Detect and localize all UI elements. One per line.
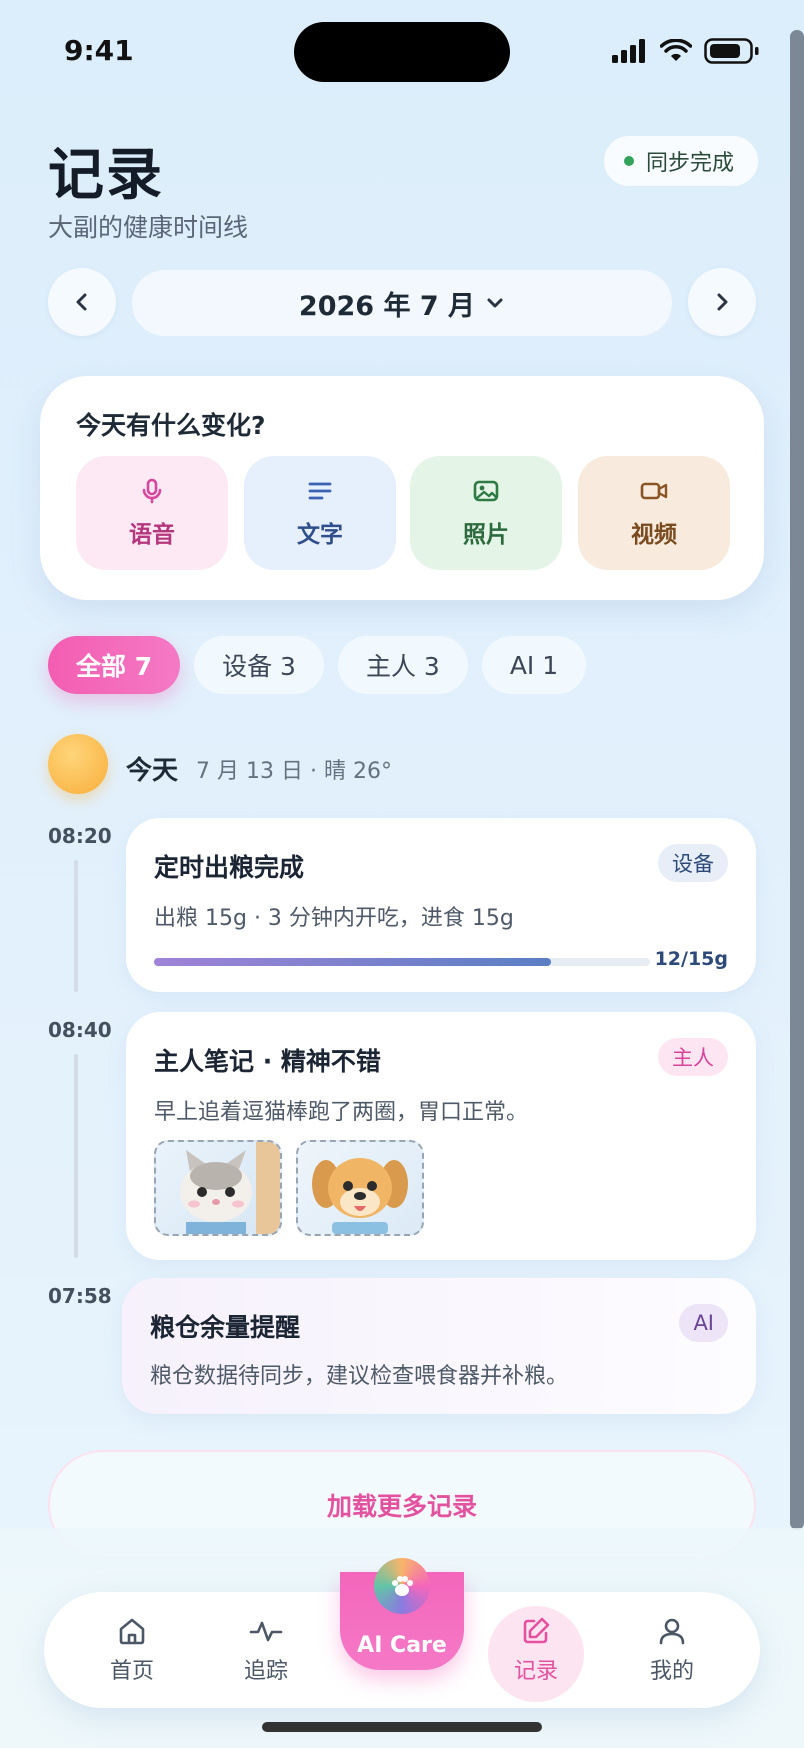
dynamic-island — [294, 22, 510, 82]
next-month-button[interactable] — [688, 268, 756, 336]
cat-photo — [180, 1142, 280, 1234]
battery-icon — [704, 38, 759, 64]
card-title: 主人笔记 · 精神不错 — [154, 1047, 381, 1076]
card-description: 早上追着逗猫棒跑了两圈，胃口正常。 — [154, 1100, 529, 1125]
dog-photo — [312, 1158, 408, 1234]
card-description: 粮仓数据待同步，建议检查喂食器并补粮。 — [150, 1364, 569, 1389]
feeding-progress-fill — [154, 958, 551, 966]
record-video-label: 视频 — [631, 522, 677, 548]
feeding-progress-label: 12/15g — [654, 948, 728, 970]
tab-ai-care[interactable]: AI Care — [340, 1558, 464, 1670]
sync-label: 同步完成 — [646, 151, 735, 176]
tab-track-label: 追踪 — [243, 1659, 288, 1684]
home-icon — [119, 1618, 145, 1645]
record-text-label: 文字 — [297, 522, 343, 548]
prev-month-button[interactable] — [48, 268, 116, 336]
bottom-tab-bar: 首页 追踪 AI Care 记录 我的 — [44, 1558, 760, 1708]
sun-weather-icon — [48, 734, 108, 794]
user-icon — [659, 1618, 685, 1645]
quick-record-title: 今天有什么变化? — [76, 411, 266, 440]
chevron-left-icon — [76, 293, 87, 311]
device-badge: 设备 — [658, 844, 728, 882]
chevron-down-icon — [487, 298, 503, 308]
filter-ai-chip[interactable]: AI 1 — [481, 636, 587, 694]
video-camera-icon — [640, 482, 668, 500]
owner-badge: 主人 — [658, 1038, 728, 1076]
status-bar: 9:41 — [0, 0, 790, 100]
status-time: 9:41 — [64, 34, 134, 67]
cellular-signal-icon — [612, 39, 645, 63]
month-selector[interactable]: 2026 年 7 月 — [132, 270, 672, 336]
record-video-button[interactable]: 视频 — [578, 456, 730, 570]
timeline-time: 08:40 — [48, 1018, 112, 1042]
page-title: 记录 — [48, 143, 164, 208]
tab-ai-care-label: AI Care — [357, 1633, 447, 1658]
record-voice-label: 语音 — [129, 522, 175, 548]
home-indicator — [262, 1722, 542, 1732]
filter-owner-chip[interactable]: 主人 3 — [337, 636, 468, 694]
sync-status-badge: 同步完成 — [604, 136, 759, 186]
timeline-line — [74, 860, 78, 992]
tab-record-label: 记录 — [513, 1659, 558, 1684]
timeline-line — [74, 1054, 78, 1258]
chevron-right-icon — [717, 293, 728, 311]
ai-badge: AI — [679, 1304, 728, 1342]
record-photo-label: 照片 — [463, 522, 509, 548]
filter-device-chip[interactable]: 设备 3 — [194, 636, 324, 694]
card-title: 粮仓余量提醒 — [150, 1313, 301, 1342]
microphone-icon — [142, 478, 162, 504]
paw-icon — [392, 1576, 413, 1596]
page-subtitle: 大副的健康时间线 — [48, 213, 249, 242]
timeline-time: 07:58 — [48, 1284, 112, 1308]
tab-record[interactable]: 记录 — [476, 1592, 596, 1708]
edit-icon — [523, 1617, 550, 1644]
pulse-icon — [249, 1621, 283, 1642]
card-description: 出粮 15g · 3 分钟内开吃，进食 15g — [154, 906, 514, 931]
scrollbar[interactable] — [790, 30, 804, 1530]
image-icon — [473, 480, 499, 502]
record-voice-button[interactable]: 语音 — [76, 456, 228, 570]
filter-chips: 全部 7 设备 3 主人 3 AI 1 — [48, 636, 587, 694]
wifi-icon — [660, 39, 692, 61]
day-meta: 7 月 13 日 · 晴 26° — [196, 759, 392, 784]
quick-record-card: 今天有什么变化? 语音 文字 照片 视频 — [40, 376, 764, 600]
month-label: 2026 年 7 月 — [298, 290, 476, 322]
tab-home-label: 首页 — [109, 1659, 154, 1684]
cat-photo-thumbnail[interactable] — [154, 1140, 282, 1236]
card-title: 定时出粮完成 — [154, 853, 305, 882]
dog-photo-thumbnail[interactable] — [296, 1140, 424, 1236]
record-text-button[interactable]: 文字 — [244, 456, 396, 570]
owner-note-card[interactable]: 主人笔记 · 精神不错 主人 早上追着逗猫棒跑了两圈，胃口正常。 — [126, 1012, 756, 1260]
feeding-progress-bar — [154, 958, 650, 966]
tab-profile[interactable]: 我的 — [612, 1592, 732, 1708]
sync-dot-icon — [624, 156, 634, 166]
record-photo-button[interactable]: 照片 — [410, 456, 562, 570]
filter-all-chip[interactable]: 全部 7 — [48, 636, 181, 694]
text-lines-icon — [308, 482, 332, 500]
tab-profile-label: 我的 — [649, 1659, 694, 1684]
paw-orb-icon — [374, 1558, 430, 1614]
ai-reminder-card[interactable]: 粮仓余量提醒 AI 粮仓数据待同步，建议检查喂食器并补粮。 — [122, 1278, 756, 1414]
timeline-time: 08:20 — [48, 824, 112, 848]
feeding-record-card[interactable]: 定时出粮完成 设备 出粮 15g · 3 分钟内开吃，进食 15g 12/15g — [126, 818, 756, 992]
day-label: 今天 — [126, 756, 179, 786]
tab-home[interactable]: 首页 — [72, 1592, 192, 1708]
status-icons — [612, 38, 760, 64]
tab-track[interactable]: 追踪 — [206, 1592, 326, 1708]
